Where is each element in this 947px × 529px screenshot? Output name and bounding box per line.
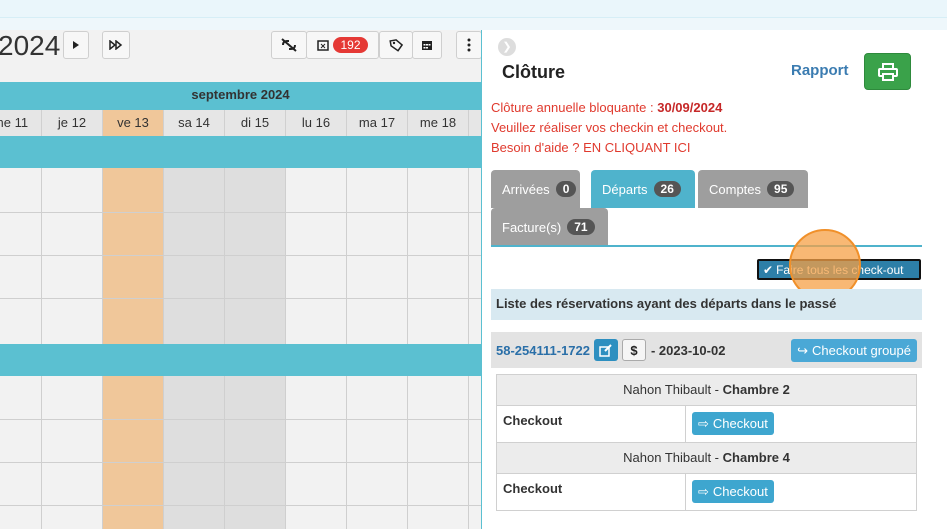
panel-title: Clôture — [502, 62, 565, 82]
room-name: Chambre 2 — [722, 382, 790, 397]
tab-count: 26 — [653, 181, 681, 197]
room-row: Nahon Thibault - Chambre 4 — [497, 443, 916, 474]
reservation-date: - 2023-10-02 — [650, 342, 726, 358]
day-header: je 12 — [42, 110, 103, 136]
list-title: Liste des réservations ayant des départs… — [491, 289, 922, 320]
checkout-button-label: Checkout — [712, 484, 768, 499]
tab-label: Arrivées — [502, 181, 550, 197]
day-header: di 15 — [225, 110, 286, 136]
tab-count: 71 — [567, 219, 595, 235]
day-header: sa 14 — [164, 110, 225, 136]
tab-label: Comptes — [709, 181, 762, 197]
checkout-label: Checkout — [497, 474, 686, 510]
print-icon — [877, 62, 898, 81]
calendar-x-icon — [317, 40, 330, 51]
fast-forward-button[interactable] — [102, 31, 130, 59]
tab-departures[interactable]: Départs 26 — [591, 170, 695, 208]
top-bar — [0, 0, 947, 18]
edit-icon — [599, 343, 613, 357]
checkout-label: Checkout — [497, 406, 686, 442]
more-menu-button[interactable] — [456, 31, 481, 59]
day-header: je — [469, 110, 481, 136]
tab-arrivals[interactable]: Arrivées 0 — [491, 170, 580, 208]
calendar-x-button[interactable]: 192 — [306, 31, 379, 59]
calendar-icon — [422, 41, 432, 50]
day-header: ma 17 — [347, 110, 408, 136]
group-checkout-label: Checkout groupé — [811, 343, 911, 358]
month-header: septembre 2024 — [0, 82, 481, 110]
next-button[interactable] — [63, 31, 89, 59]
payment-button[interactable]: $ — [621, 339, 646, 361]
alert-text: Clôture annuelle bloquante : — [491, 100, 658, 115]
alert-line: Veuillez réaliser vos checkin et checkou… — [491, 120, 728, 135]
year-label: 2024 — [0, 30, 61, 61]
room-row: Nahon Thibault - Chambre 2 — [497, 375, 916, 406]
tab-count: 0 — [555, 181, 577, 197]
checkout-row: Checkout ⇨ Checkout — [497, 474, 916, 510]
tab-invoices[interactable]: Facture(s) 71 — [491, 208, 608, 246]
check-icon: ✔ — [763, 262, 774, 277]
calendar-toolbar: 2024 192 — [0, 30, 481, 82]
guest-name: Nahon Thibault - — [623, 382, 723, 397]
room-grid[interactable] — [0, 376, 481, 529]
calendar-button[interactable] — [412, 31, 442, 59]
checkout-button[interactable]: ⇨ Checkout — [692, 412, 774, 435]
guest-name: Nahon Thibault - — [623, 450, 723, 465]
help-link[interactable]: Besoin d'aide ? EN CLIQUANT ICI — [491, 140, 691, 155]
room-checkout-table: Nahon Thibault - Chambre 4 Checkout ⇨ Che… — [496, 442, 917, 511]
tab-label: Facture(s) — [502, 219, 562, 235]
sign-in-icon: ⇨ — [698, 415, 709, 431]
room-checkout-table: Nahon Thibault - Chambre 2 Checkout ⇨ Che… — [496, 374, 917, 443]
edit-button[interactable] — [593, 339, 618, 361]
checkout-row: Checkout ⇨ Checkout — [497, 406, 916, 442]
day-header-row: me 11 je 12 ve 13 sa 14 di 15 lu 16 ma 1… — [0, 110, 481, 136]
tag-icon — [389, 39, 403, 52]
tab-divider — [491, 245, 922, 247]
sign-in-icon: ⇨ — [698, 483, 709, 499]
unlink-button[interactable] — [271, 31, 307, 59]
room-grid[interactable] — [0, 168, 481, 344]
room-name: Chambre 4 — [722, 450, 790, 465]
play-icon — [73, 41, 79, 49]
checkout-button-label: Checkout — [712, 416, 768, 431]
room-type-band — [0, 136, 481, 168]
planning-calendar: 2024 192 septembre 2024 me 11 je 12 ve 1… — [0, 30, 481, 529]
checkout-button[interactable]: ⇨ Checkout — [692, 480, 774, 503]
tab-count: 95 — [767, 181, 795, 197]
print-button[interactable] — [864, 53, 911, 90]
sign-out-icon: ↪ — [797, 342, 808, 358]
reservation-row: 58-254111-1722 $ - 2023-10-02 ↪ Checkout … — [491, 332, 922, 368]
unlink-icon — [281, 38, 297, 52]
count-badge: 192 — [333, 37, 368, 53]
day-header: me 18 — [408, 110, 469, 136]
day-header: lu 16 — [286, 110, 347, 136]
day-header: me 11 — [0, 110, 42, 136]
more-vertical-icon — [467, 38, 471, 52]
room-type-band — [0, 344, 481, 376]
day-header-today: ve 13 — [103, 110, 164, 136]
chevron-right-icon[interactable]: ❯ — [498, 38, 516, 56]
reservation-id-link[interactable]: 58-254111-1722 — [496, 343, 590, 358]
tag-button[interactable] — [379, 31, 413, 59]
group-checkout-button[interactable]: ↪ Checkout groupé — [791, 339, 917, 362]
tab-label: Départs — [602, 181, 648, 197]
report-link[interactable]: Rapport — [791, 62, 849, 79]
tab-accounts[interactable]: Comptes 95 — [698, 170, 808, 208]
fast-forward-icon — [109, 40, 123, 50]
alert-line: Clôture annuelle bloquante : 30/09/2024 — [491, 100, 722, 115]
alert-date: 30/09/2024 — [657, 100, 723, 115]
closing-panel: ❯ Clôture Rapport Clôture annuelle bloqu… — [481, 30, 947, 529]
